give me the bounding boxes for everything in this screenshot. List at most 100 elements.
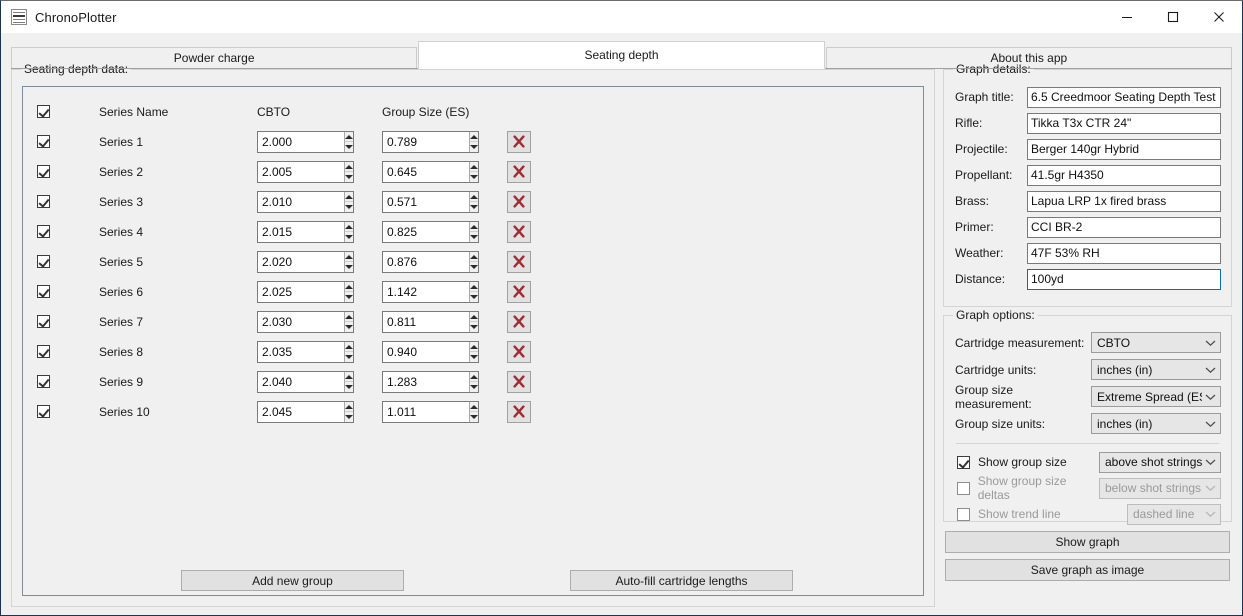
cbto-spinbox[interactable] bbox=[257, 221, 354, 243]
delete-series-button[interactable] bbox=[507, 371, 531, 393]
cbto-stepper[interactable] bbox=[343, 222, 353, 242]
cbto-spinbox[interactable] bbox=[257, 281, 354, 303]
cbto-step-down[interactable] bbox=[344, 232, 353, 242]
cbto-input[interactable] bbox=[258, 132, 344, 152]
group-size-step-down[interactable] bbox=[469, 232, 478, 242]
group-size-step-up[interactable] bbox=[469, 222, 478, 232]
group-size-step-down[interactable] bbox=[469, 172, 478, 182]
series-checkbox[interactable] bbox=[37, 375, 50, 389]
cbto-spinbox[interactable] bbox=[257, 191, 354, 213]
delete-series-button[interactable] bbox=[507, 281, 531, 303]
group-size-spinbox[interactable] bbox=[382, 221, 479, 243]
cbto-spinbox[interactable] bbox=[257, 131, 354, 153]
delete-series-button[interactable] bbox=[507, 251, 531, 273]
group-size-step-down[interactable] bbox=[469, 262, 478, 272]
cbto-stepper[interactable] bbox=[343, 252, 353, 272]
group-size-stepper[interactable] bbox=[468, 402, 478, 422]
group-size-step-up[interactable] bbox=[469, 192, 478, 202]
graph-toggle-checkbox[interactable] bbox=[957, 455, 970, 469]
cbto-input[interactable] bbox=[258, 192, 344, 212]
delete-series-button[interactable] bbox=[507, 131, 531, 153]
delete-series-button[interactable] bbox=[507, 221, 531, 243]
group-size-stepper[interactable] bbox=[468, 372, 478, 392]
graph-detail-input[interactable] bbox=[1027, 268, 1221, 290]
group-size-spinbox[interactable] bbox=[382, 191, 479, 213]
group-size-spinbox[interactable] bbox=[382, 131, 479, 153]
series-checkbox[interactable] bbox=[37, 135, 50, 149]
cbto-step-up[interactable] bbox=[344, 192, 353, 202]
minimize-button[interactable] bbox=[1104, 1, 1150, 33]
series-checkbox[interactable] bbox=[37, 225, 50, 239]
group-size-input[interactable] bbox=[383, 222, 469, 242]
graph-detail-input[interactable] bbox=[1027, 216, 1221, 238]
group-size-step-up[interactable] bbox=[469, 312, 478, 322]
group-size-step-down[interactable] bbox=[469, 292, 478, 302]
cbto-step-down[interactable] bbox=[344, 382, 353, 392]
cbto-stepper[interactable] bbox=[343, 192, 353, 212]
cbto-stepper[interactable] bbox=[343, 162, 353, 182]
group-size-step-up[interactable] bbox=[469, 372, 478, 382]
cbto-stepper[interactable] bbox=[343, 132, 353, 152]
group-size-step-down[interactable] bbox=[469, 412, 478, 422]
graph-detail-input[interactable] bbox=[1027, 164, 1221, 186]
select-all-checkbox[interactable] bbox=[37, 105, 50, 119]
cbto-input[interactable] bbox=[258, 162, 344, 182]
group-size-step-down[interactable] bbox=[469, 382, 478, 392]
maximize-button[interactable] bbox=[1150, 1, 1196, 33]
series-checkbox[interactable] bbox=[37, 195, 50, 209]
group-size-input[interactable] bbox=[383, 132, 469, 152]
cbto-input[interactable] bbox=[258, 282, 344, 302]
cbto-step-down[interactable] bbox=[344, 412, 353, 422]
series-checkbox[interactable] bbox=[37, 315, 50, 329]
group-size-stepper[interactable] bbox=[468, 312, 478, 332]
group-size-spinbox[interactable] bbox=[382, 281, 479, 303]
series-checkbox[interactable] bbox=[37, 285, 50, 299]
group-size-stepper[interactable] bbox=[468, 192, 478, 212]
graph-option-dropdown[interactable]: CBTO bbox=[1091, 332, 1221, 353]
group-size-input[interactable] bbox=[383, 282, 469, 302]
series-checkbox[interactable] bbox=[37, 165, 50, 179]
cbto-input[interactable] bbox=[258, 402, 344, 422]
group-size-stepper[interactable] bbox=[468, 132, 478, 152]
auto-fill-cartridge-lengths-button[interactable]: Auto-fill cartridge lengths bbox=[570, 570, 793, 591]
group-size-input[interactable] bbox=[383, 312, 469, 332]
group-size-step-up[interactable] bbox=[469, 342, 478, 352]
group-size-input[interactable] bbox=[383, 252, 469, 272]
cbto-input[interactable] bbox=[258, 312, 344, 332]
group-size-step-up[interactable] bbox=[469, 162, 478, 172]
series-checkbox[interactable] bbox=[37, 255, 50, 269]
graph-toggle-dropdown[interactable]: above shot strings bbox=[1099, 451, 1221, 473]
cbto-step-up[interactable] bbox=[344, 372, 353, 382]
cbto-step-down[interactable] bbox=[344, 202, 353, 212]
cbto-spinbox[interactable] bbox=[257, 161, 354, 183]
group-size-stepper[interactable] bbox=[468, 342, 478, 362]
delete-series-button[interactable] bbox=[507, 161, 531, 183]
cbto-spinbox[interactable] bbox=[257, 341, 354, 363]
cbto-spinbox[interactable] bbox=[257, 371, 354, 393]
close-button[interactable] bbox=[1196, 1, 1242, 33]
cbto-step-down[interactable] bbox=[344, 322, 353, 332]
cbto-step-up[interactable] bbox=[344, 312, 353, 322]
show-graph-button[interactable]: Show graph bbox=[945, 531, 1230, 553]
cbto-spinbox[interactable] bbox=[257, 401, 354, 423]
cbto-step-down[interactable] bbox=[344, 262, 353, 272]
graph-toggle-checkbox[interactable] bbox=[957, 481, 970, 495]
delete-series-button[interactable] bbox=[507, 311, 531, 333]
group-size-spinbox[interactable] bbox=[382, 401, 479, 423]
group-size-spinbox[interactable] bbox=[382, 311, 479, 333]
cbto-step-up[interactable] bbox=[344, 252, 353, 262]
graph-detail-input[interactable] bbox=[1027, 242, 1221, 264]
group-size-stepper[interactable] bbox=[468, 222, 478, 242]
cbto-spinbox[interactable] bbox=[257, 251, 354, 273]
cbto-stepper[interactable] bbox=[343, 372, 353, 392]
group-size-step-up[interactable] bbox=[469, 252, 478, 262]
group-size-stepper[interactable] bbox=[468, 162, 478, 182]
cbto-stepper[interactable] bbox=[343, 342, 353, 362]
save-graph-as-image-button[interactable]: Save graph as image bbox=[945, 559, 1230, 581]
group-size-step-up[interactable] bbox=[469, 282, 478, 292]
cbto-step-down[interactable] bbox=[344, 172, 353, 182]
cbto-input[interactable] bbox=[258, 372, 344, 392]
graph-option-dropdown[interactable]: Extreme Spread (ES) bbox=[1091, 386, 1221, 407]
graph-toggle-checkbox[interactable] bbox=[957, 507, 970, 521]
cbto-spinbox[interactable] bbox=[257, 311, 354, 333]
